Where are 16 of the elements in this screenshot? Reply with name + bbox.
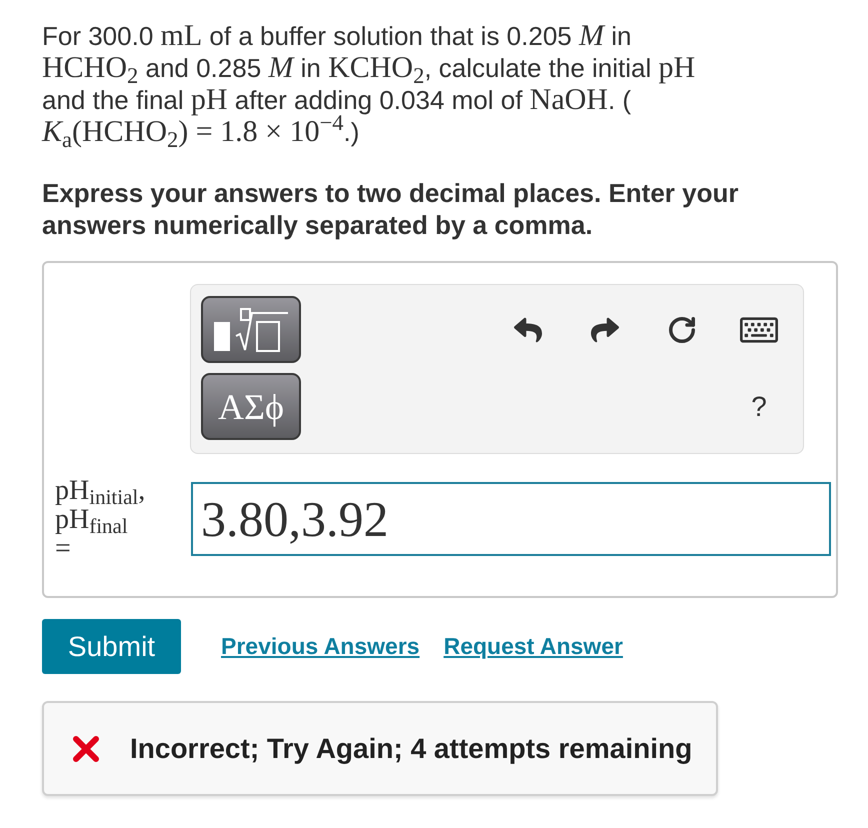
question-text: For 300.0 mL of a buffer solution that is 0.205 M in HCHO$_{2}$ and 0.285 M in KCHO$_{2}$, calculate the initial pH and the final pH after adding 0.034 mol of NaOH. ( K$_{a}$(HCHO$_{2}$) = 1.8 × 10$^{−4}$.) <box>42 20 696 148</box>
answer-link[interactable]: Previous Answers <box>221 629 420 664</box>
submit-button[interactable]: Submit <box>42 619 181 674</box>
instructions-text: Express your answers to two decimal places. Enter your answers numerically separated by a comma. <box>42 177 740 241</box>
templates-button[interactable] <box>201 296 301 363</box>
feedback-text: Incorrect; Try Again; 4 attempts remaining <box>130 732 692 766</box>
cross-icon <box>72 734 100 762</box>
help-button[interactable]: ? <box>739 386 779 426</box>
radical-template-icon <box>213 308 289 352</box>
answer-link[interactable]: Request Answer <box>444 629 623 664</box>
answer-label: pH$_{initial}$, pH$_{final}$ = <box>55 476 146 563</box>
symbols-button[interactable]: ΑΣϕ <box>201 373 301 440</box>
undo-icon <box>514 316 542 344</box>
reset-icon <box>667 314 697 344</box>
redo-icon <box>591 316 619 344</box>
answer-input[interactable]: 3.80,3.92 <box>191 482 831 556</box>
